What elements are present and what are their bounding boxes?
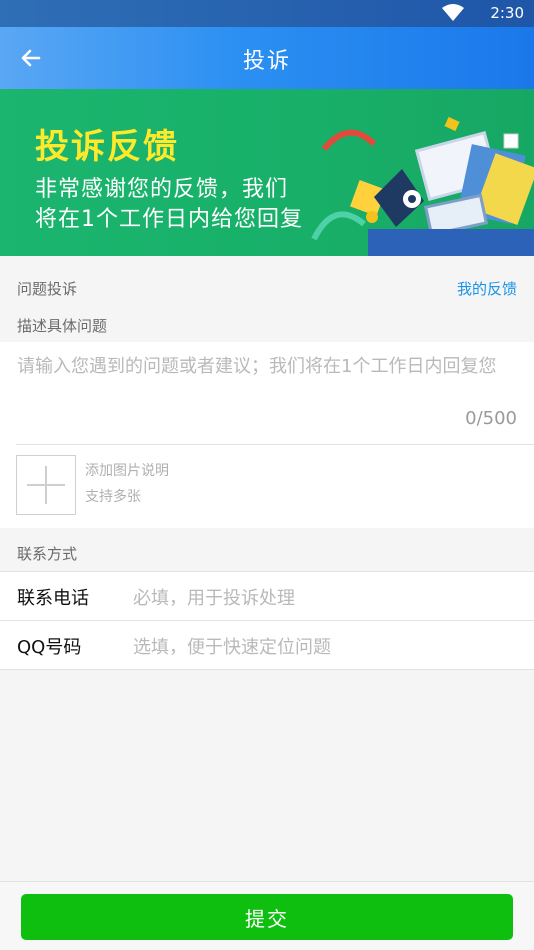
problem-description-input[interactable]: 请输入您遇到的问题或者建议；我们将在1个工作日内回复您 xyxy=(17,354,512,380)
contact-phone-input[interactable]: 必填，用于投诉处理 xyxy=(133,584,503,610)
contact-section-label: 联系方式 xyxy=(17,545,78,563)
add-image-button[interactable] xyxy=(16,455,76,515)
status-bar: 2:30 xyxy=(0,0,534,27)
banner-subtitle-line2: 将在1个工作日内给您回复 xyxy=(35,207,303,232)
status-time: 2:30 xyxy=(490,4,524,22)
add-image-hint: 添加图片说明 xyxy=(85,463,169,479)
describe-label: 描述具体问题 xyxy=(17,317,108,335)
contact-list: 联系电话 必填，用于投诉处理 QQ号码 选填，便于快速定位问题 xyxy=(0,571,534,670)
page-title: 投诉 xyxy=(242,49,291,74)
banner-illustration xyxy=(311,116,534,256)
submit-button[interactable]: 提交 xyxy=(21,894,513,940)
problem-description-box: 请输入您遇到的问题或者建议；我们将在1个工作日内回复您 0/500 添加图片说明… xyxy=(0,342,534,528)
problem-section-header: 问题投诉 我的反馈 xyxy=(0,271,534,303)
feedback-banner: 投诉反馈 非常感谢您的反馈，我们 将在1个工作日内给您回复 xyxy=(0,89,534,256)
contact-phone-row: 联系电话 必填，用于投诉处理 xyxy=(0,572,534,621)
contact-phone-label: 联系电话 xyxy=(17,588,89,609)
char-counter: 0/500 xyxy=(465,408,517,429)
my-feedback-link[interactable]: 我的反馈 xyxy=(457,278,517,299)
describe-section-header: 描述具体问题 xyxy=(0,308,534,340)
plus-icon-vertical xyxy=(45,466,47,504)
wifi-icon xyxy=(442,4,464,21)
multiple-images-hint: 支持多张 xyxy=(85,489,141,505)
bottom-bar: 提交 xyxy=(0,881,534,950)
app-bar: 投诉 xyxy=(0,27,534,89)
contact-section-header: 联系方式 xyxy=(0,536,534,568)
divider xyxy=(16,444,534,445)
banner-subtitle-line1: 非常感谢您的反馈，我们 xyxy=(35,177,289,202)
contact-qq-label: QQ号码 xyxy=(17,637,82,658)
contact-qq-row: QQ号码 选填，便于快速定位问题 xyxy=(0,621,534,669)
banner-title: 投诉反馈 xyxy=(35,127,179,167)
problem-section-label: 问题投诉 xyxy=(17,280,78,298)
contact-qq-input[interactable]: 选填，便于快速定位问题 xyxy=(133,633,503,659)
